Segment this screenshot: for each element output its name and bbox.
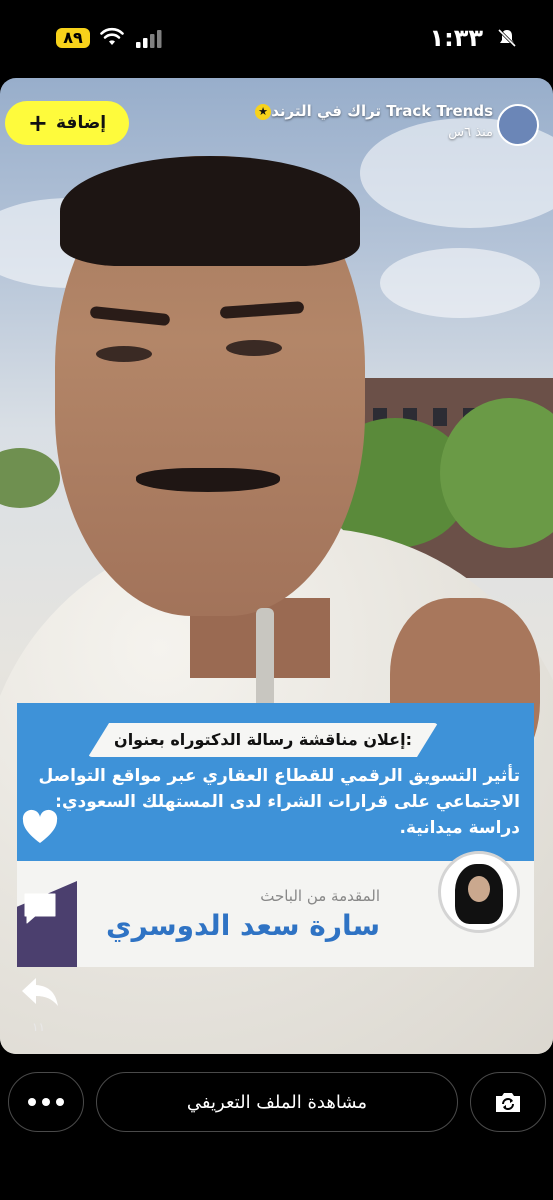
heart-icon[interactable] [20,808,60,848]
star-badge-icon: ★ [255,104,271,120]
presenter-label: المقدمة من الباحث [260,887,380,905]
signal-icon [136,30,162,48]
presenter-name: سارة سعد الدوسري [105,909,380,942]
avatar [438,851,520,933]
add-button-label: إضافة [56,113,107,133]
share-count: ١١ [32,1020,45,1034]
view-profile-button[interactable]: مشاهدة الملف التعريفي [96,1072,458,1132]
channel-header[interactable]: تراك في الترند Track Trends ★ منذ ٦س [239,100,539,146]
clock: ١:٣٣ [429,24,483,52]
battery-icon: ٨٩ [56,28,90,48]
card-heading: إعلان مناقشة رسالة الدكتوراه بعنوان: [88,723,438,757]
wifi-icon [100,27,124,45]
battery-level: ٨٩ [63,28,83,47]
more-button[interactable] [8,1072,84,1132]
post-time: منذ ٦س [448,125,493,140]
share-icon[interactable] [20,972,60,1012]
more-icon [28,1098,36,1106]
comment-icon[interactable] [20,888,60,928]
mute-icon [497,28,517,48]
plus-icon: + [27,109,48,137]
camera-flip-button[interactable] [470,1072,546,1132]
card-body: تأثير التسويق الرقمي للقطاع العقاري عبر … [38,766,520,838]
camera-flip-icon [496,1093,520,1112]
channel-name[interactable]: تراك في الترند Track Trends [271,102,493,120]
announcement-card: إعلان مناقشة رسالة الدكتوراه بعنوان: تأث… [17,703,534,967]
channel-logo-icon[interactable] [497,104,539,146]
status-bar: ٨٩ ١:٣٣ [0,0,553,80]
add-button[interactable]: + إضافة [5,101,129,145]
